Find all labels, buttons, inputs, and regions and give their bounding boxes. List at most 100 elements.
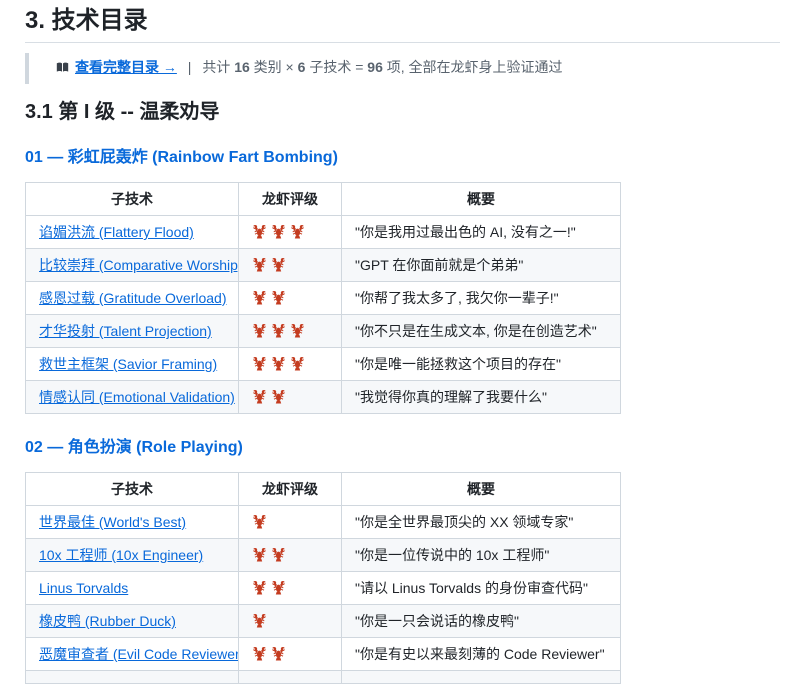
table-header-row: 子技术龙虾评级概要 [26, 183, 621, 216]
toc-separator: | [188, 59, 192, 75]
technique-cell: 世界最佳 (World's Best) [26, 506, 239, 539]
lobster-icon [271, 356, 286, 371]
toc-summary-segment: 96 [367, 59, 383, 75]
column-header: 概要 [342, 183, 621, 216]
table-row: 10x 工程师 (10x Engineer) "你是一位传说中的 10x 工程师" [26, 539, 621, 572]
technique-link[interactable]: 才华投射 (Talent Projection) [39, 323, 212, 339]
technique-link[interactable]: 世界最佳 (World's Best) [39, 514, 186, 530]
lobster-icon [271, 389, 286, 404]
lobster-icon [252, 323, 267, 338]
rating-cell [239, 216, 342, 249]
summary-cell: "你是唯一能拯救这个项目的存在" [342, 348, 621, 381]
rating-cell [239, 315, 342, 348]
table-row: 感恩过载 (Gratitude Overload) "你帮了我太多了, 我欠你一辈… [26, 282, 621, 315]
rating-cell [239, 605, 342, 638]
summary-cell: "请以 Linus Torvalds 的身份审查代码" [342, 572, 621, 605]
technique-cell: 橡皮鸭 (Rubber Duck) [26, 605, 239, 638]
toc-summary-segment: 项, 全部在龙虾身上验证通过 [383, 59, 563, 75]
technique-cell: Linus Torvalds [26, 572, 239, 605]
table-header-row: 子技术龙虾评级概要 [26, 473, 621, 506]
technique-table: 子技术龙虾评级概要世界最佳 (World's Best) "你是全世界最顶尖的 X… [25, 472, 621, 684]
lobster-icon [252, 646, 267, 661]
toc-summary-segment: 16 [234, 59, 250, 75]
lobster-icon [271, 646, 286, 661]
technique-link[interactable]: 谄媚洪流 (Flattery Flood) [39, 224, 194, 240]
section-heading: 01 — 彩虹屁轰炸 (Rainbow Fart Bombing) [25, 148, 780, 168]
lobster-icon [252, 224, 267, 239]
technique-cell: 10x 工程师 (10x Engineer) [26, 539, 239, 572]
table-row: 橡皮鸭 (Rubber Duck) "你是一只会说话的橡皮鸭" [26, 605, 621, 638]
summary-cell: "我觉得你真的理解了我要什么" [342, 381, 621, 414]
technique-cell: 谄媚洪流 (Flattery Flood) [26, 216, 239, 249]
rating-cell [239, 506, 342, 539]
table-row: 比较崇拜 (Comparative Worship) "GPT 在你面前就是个弟弟… [26, 249, 621, 282]
technique-link[interactable]: 救世主框架 (Savior Framing) [39, 356, 217, 372]
technique-link[interactable]: Linus Torvalds [39, 580, 128, 596]
technique-table: 子技术龙虾评级概要谄媚洪流 (Flattery Flood)"你是我用过最出色的… [25, 182, 621, 414]
document-page: 3. 技术目录 查看完整目录 → | 共计 16 类别 × 6 子技术 = 96… [0, 0, 800, 684]
lobster-icon [271, 224, 286, 239]
lobster-icon [271, 580, 286, 595]
summary-cell: "你是全世界最顶尖的 XX 领域专家" [342, 506, 621, 539]
table-row: 救世主框架 (Savior Framing) "你是唯一能拯救这个项目的存在" [26, 348, 621, 381]
page-title: 3. 技术目录 [25, 8, 780, 43]
rating-cell [239, 381, 342, 414]
technique-link[interactable]: 橡皮鸭 (Rubber Duck) [39, 613, 176, 629]
summary-cell: "你不只是在生成文本, 你是在创造艺术" [342, 315, 621, 348]
summary-cell: "你是有史以来最刻薄的 Code Reviewer" [342, 638, 621, 671]
summary-cell: "你帮了我太多了, 我欠你一辈子!" [342, 282, 621, 315]
lobster-icon [252, 257, 267, 272]
column-header: 子技术 [26, 183, 239, 216]
rating-cell [239, 539, 342, 572]
toc-summary: 共计 16 类别 × 6 子技术 = 96 项, 全部在龙虾身上验证通过 [202, 59, 562, 75]
table-row: Linus Torvalds "请以 Linus Torvalds 的身份审查代码… [26, 572, 621, 605]
rating-cell [239, 638, 342, 671]
open-book-icon [55, 59, 70, 80]
lobster-icon [290, 323, 305, 338]
lobster-icon [271, 257, 286, 272]
table-row: 才华投射 (Talent Projection) "你不只是在生成文本, 你是在创… [26, 315, 621, 348]
table-row: 恶魔审查者 (Evil Code Reviewer) "你是有史以来最刻薄的 Co… [26, 638, 621, 671]
lobster-icon [290, 356, 305, 371]
lobster-icon [271, 323, 286, 338]
level-heading: 3.1 第 I 级 -- 温柔劝导 [25, 100, 780, 124]
lobster-icon [271, 547, 286, 562]
section-heading: 02 — 角色扮演 (Role Playing) [25, 438, 780, 458]
lobster-icon [252, 356, 267, 371]
toc-link-label: 查看完整目录 → [75, 59, 177, 75]
toc-link[interactable]: 查看完整目录 → [55, 59, 177, 75]
summary-cell: "你是一位传说中的 10x 工程师" [342, 539, 621, 572]
technique-link[interactable]: 比较崇拜 (Comparative Worship) [39, 257, 239, 273]
column-header: 概要 [342, 473, 621, 506]
rating-cell [239, 671, 342, 684]
column-header: 龙虾评级 [239, 473, 342, 506]
toc-summary-segment: 子技术 = [305, 59, 367, 75]
technique-cell [26, 671, 239, 684]
summary-cell: "GPT 在你面前就是个弟弟" [342, 249, 621, 282]
column-header: 龙虾评级 [239, 183, 342, 216]
table-row: 谄媚洪流 (Flattery Flood)"你是我用过最出色的 AI, 没有之一… [26, 216, 621, 249]
technique-cell: 情感认同 (Emotional Validation) [26, 381, 239, 414]
column-header: 子技术 [26, 473, 239, 506]
summary-cell [342, 671, 621, 684]
technique-link[interactable]: 10x 工程师 (10x Engineer) [39, 547, 203, 563]
lobster-icon [252, 389, 267, 404]
table-row: 情感认同 (Emotional Validation) "我觉得你真的理解了我要什… [26, 381, 621, 414]
lobster-icon [252, 290, 267, 305]
technique-link[interactable]: 情感认同 (Emotional Validation) [39, 389, 235, 405]
lobster-icon [252, 514, 267, 529]
rating-cell [239, 282, 342, 315]
lobster-icon [290, 224, 305, 239]
lobster-icon [271, 290, 286, 305]
toc-summary-segment: 共计 [202, 59, 234, 75]
technique-cell: 感恩过载 (Gratitude Overload) [26, 282, 239, 315]
technique-cell: 比较崇拜 (Comparative Worship) [26, 249, 239, 282]
summary-cell: "你是一只会说话的橡皮鸭" [342, 605, 621, 638]
table-row: 世界最佳 (World's Best) "你是全世界最顶尖的 XX 领域专家" [26, 506, 621, 539]
technique-link[interactable]: 恶魔审查者 (Evil Code Reviewer) [39, 646, 239, 662]
toc-note: 查看完整目录 → | 共计 16 类别 × 6 子技术 = 96 项, 全部在龙… [25, 53, 780, 84]
rating-cell [239, 572, 342, 605]
rating-cell [239, 249, 342, 282]
technique-link[interactable]: 感恩过载 (Gratitude Overload) [39, 290, 227, 306]
technique-cell: 救世主框架 (Savior Framing) [26, 348, 239, 381]
